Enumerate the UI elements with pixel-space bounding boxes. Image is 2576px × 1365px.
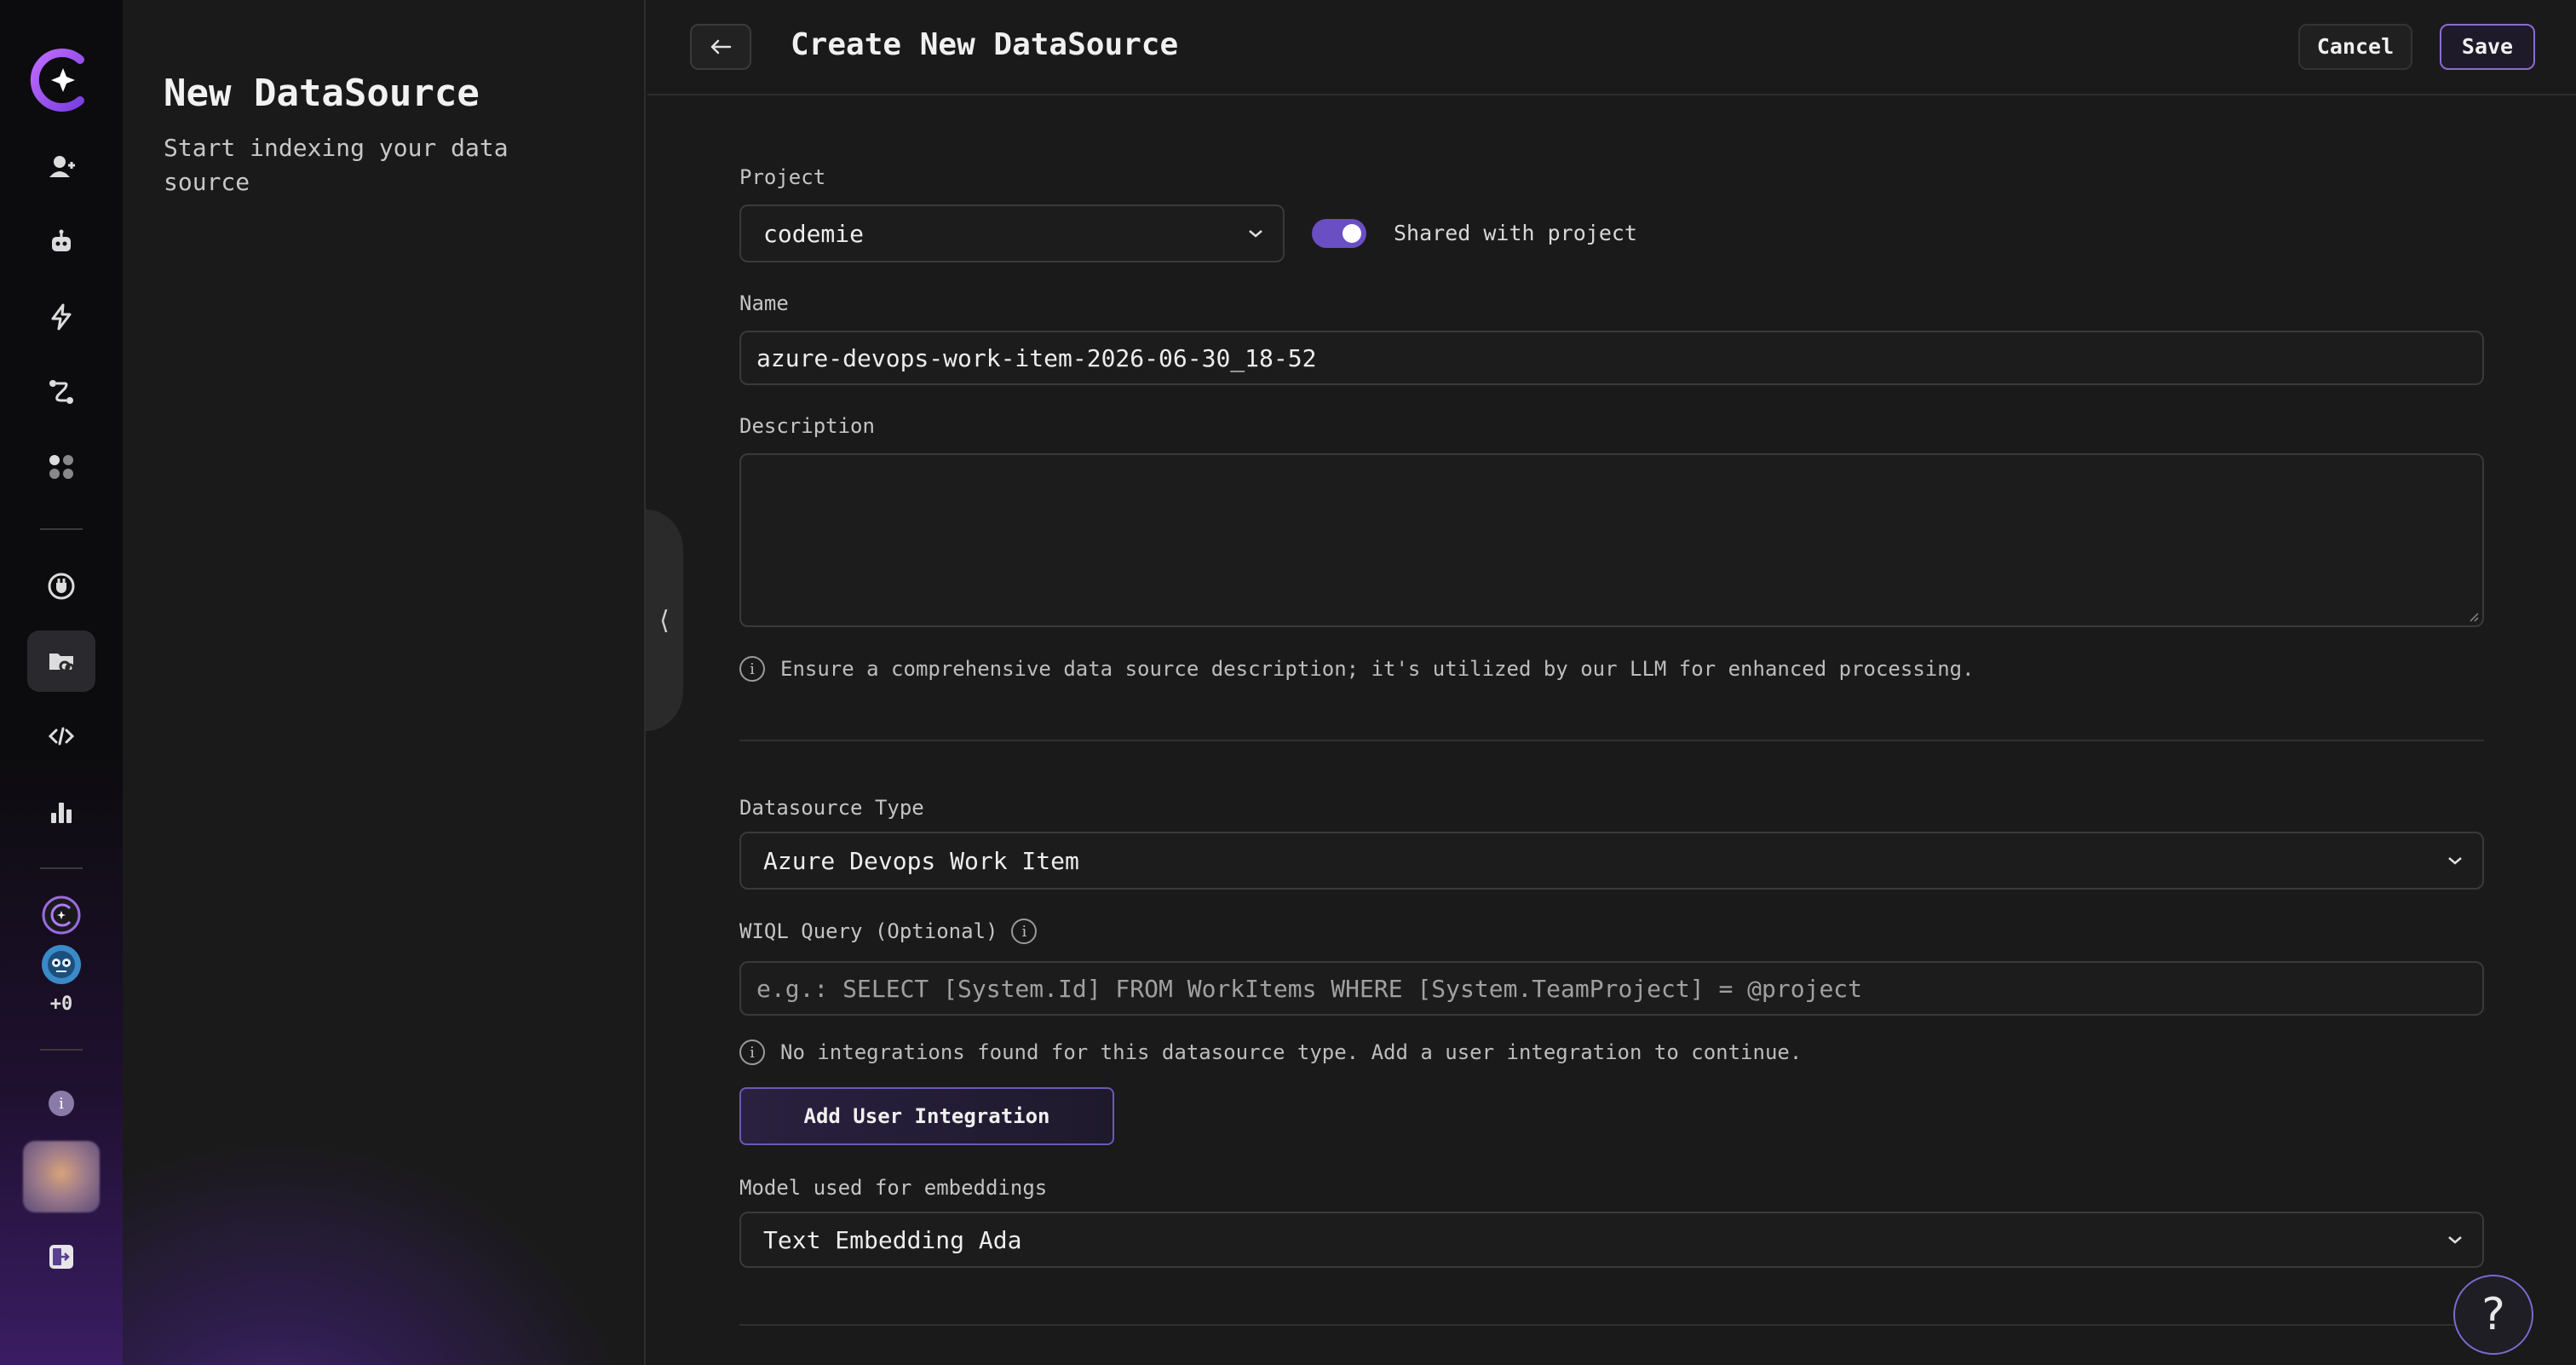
page-title: Create New DataSource xyxy=(791,27,1179,62)
back-button[interactable] xyxy=(690,24,751,70)
assistant-add-icon[interactable] xyxy=(27,136,95,198)
project-select[interactable]: codemie xyxy=(739,204,1285,262)
integration-hint-text: No integrations found for this datasourc… xyxy=(780,1040,1803,1064)
description-textarea[interactable] xyxy=(739,453,2484,627)
embeddings-model-value: Text Embedding Ada xyxy=(763,1225,1022,1254)
chevron-down-icon xyxy=(2448,857,2462,865)
apps-grid-icon[interactable] xyxy=(27,436,95,498)
extra-assistants-count[interactable]: +0 xyxy=(50,994,73,1015)
panel-subtitle: Start indexing your data source xyxy=(164,134,509,196)
name-value: azure-devops-work-item-2026-06-30_18-52 xyxy=(756,343,1317,372)
description-label: Description xyxy=(739,414,875,438)
shared-toggle[interactable] xyxy=(1312,219,1366,248)
description-hint: i Ensure a comprehensive data source des… xyxy=(739,656,1975,682)
page-header: Create New DataSource Cancel Save xyxy=(647,0,2576,95)
info-icon: i xyxy=(739,656,765,682)
datasource-type-select[interactable]: Azure Devops Work Item xyxy=(739,832,2484,890)
collapse-panel-button[interactable]: ⟨ xyxy=(646,510,683,731)
svg-text:i: i xyxy=(59,1095,64,1113)
robot-icon[interactable] xyxy=(27,211,95,273)
project-label: Project xyxy=(739,165,826,189)
logout-icon[interactable] xyxy=(48,1243,75,1270)
toggle-knob xyxy=(1343,224,1361,243)
chevron-left-icon: ⟨ xyxy=(656,605,673,636)
resize-handle-icon[interactable] xyxy=(2467,610,2479,622)
datasource-type-value: Azure Devops Work Item xyxy=(763,846,1079,875)
arrow-left-icon xyxy=(710,39,732,55)
rail-divider xyxy=(40,1049,83,1051)
info-panel: New DataSource Start indexing your data … xyxy=(123,0,646,1365)
add-user-integration-button[interactable]: Add User Integration xyxy=(739,1087,1114,1145)
wiql-info-icon[interactable]: i xyxy=(1011,919,1038,944)
logo-icon[interactable] xyxy=(29,44,94,116)
section-divider xyxy=(739,740,2484,741)
datasource-type-label: Datasource Type xyxy=(739,796,924,820)
info-icon: i xyxy=(739,1040,765,1065)
assistant-avatar-icon[interactable] xyxy=(41,895,82,936)
save-button[interactable]: Save xyxy=(2440,24,2535,70)
section-divider xyxy=(739,1324,2484,1326)
embeddings-label: Model used for embeddings xyxy=(739,1176,1048,1200)
datasource-icon[interactable] xyxy=(27,631,95,692)
icon-rail: +0 i xyxy=(0,0,123,1365)
analytics-icon[interactable] xyxy=(27,780,95,842)
project-value: codemie xyxy=(763,219,865,248)
user-avatar[interactable] xyxy=(23,1141,100,1212)
bot-avatar-icon[interactable] xyxy=(41,944,82,985)
code-icon[interactable] xyxy=(27,706,95,767)
integration-hint: i No integrations found for this datasou… xyxy=(739,1040,1802,1065)
name-input[interactable]: azure-devops-work-item-2026-06-30_18-52 xyxy=(739,331,2484,385)
app-root: +0 i New DataSource Start indexing your … xyxy=(0,0,2576,1365)
chevron-down-icon xyxy=(1249,230,1262,238)
wiql-label: WIQL Query (Optional) xyxy=(739,919,998,943)
wiql-query-input[interactable]: e.g.: SELECT [System.Id] FROM WorkItems … xyxy=(739,961,2484,1016)
description-hint-text: Ensure a comprehensive data source descr… xyxy=(780,657,1975,681)
wiql-label-row: WIQL Query (Optional) i xyxy=(739,919,1038,944)
info-icon[interactable]: i xyxy=(48,1090,75,1117)
shared-toggle-label: Shared with project xyxy=(1394,221,1637,245)
lightning-icon[interactable] xyxy=(27,286,95,348)
embeddings-model-select[interactable]: Text Embedding Ada xyxy=(739,1212,2484,1268)
name-label: Name xyxy=(739,291,789,315)
panel-title: New DataSource xyxy=(164,72,480,115)
wiql-placeholder: e.g.: SELECT [System.Id] FROM WorkItems … xyxy=(756,974,1863,1003)
cancel-button[interactable]: Cancel xyxy=(2298,24,2412,70)
integrations-icon[interactable] xyxy=(27,556,95,617)
help-button[interactable]: ? xyxy=(2453,1275,2533,1355)
rail-divider xyxy=(40,867,83,869)
chevron-down-icon xyxy=(2448,1236,2462,1244)
workflow-icon[interactable] xyxy=(27,361,95,423)
rail-divider xyxy=(40,528,83,530)
